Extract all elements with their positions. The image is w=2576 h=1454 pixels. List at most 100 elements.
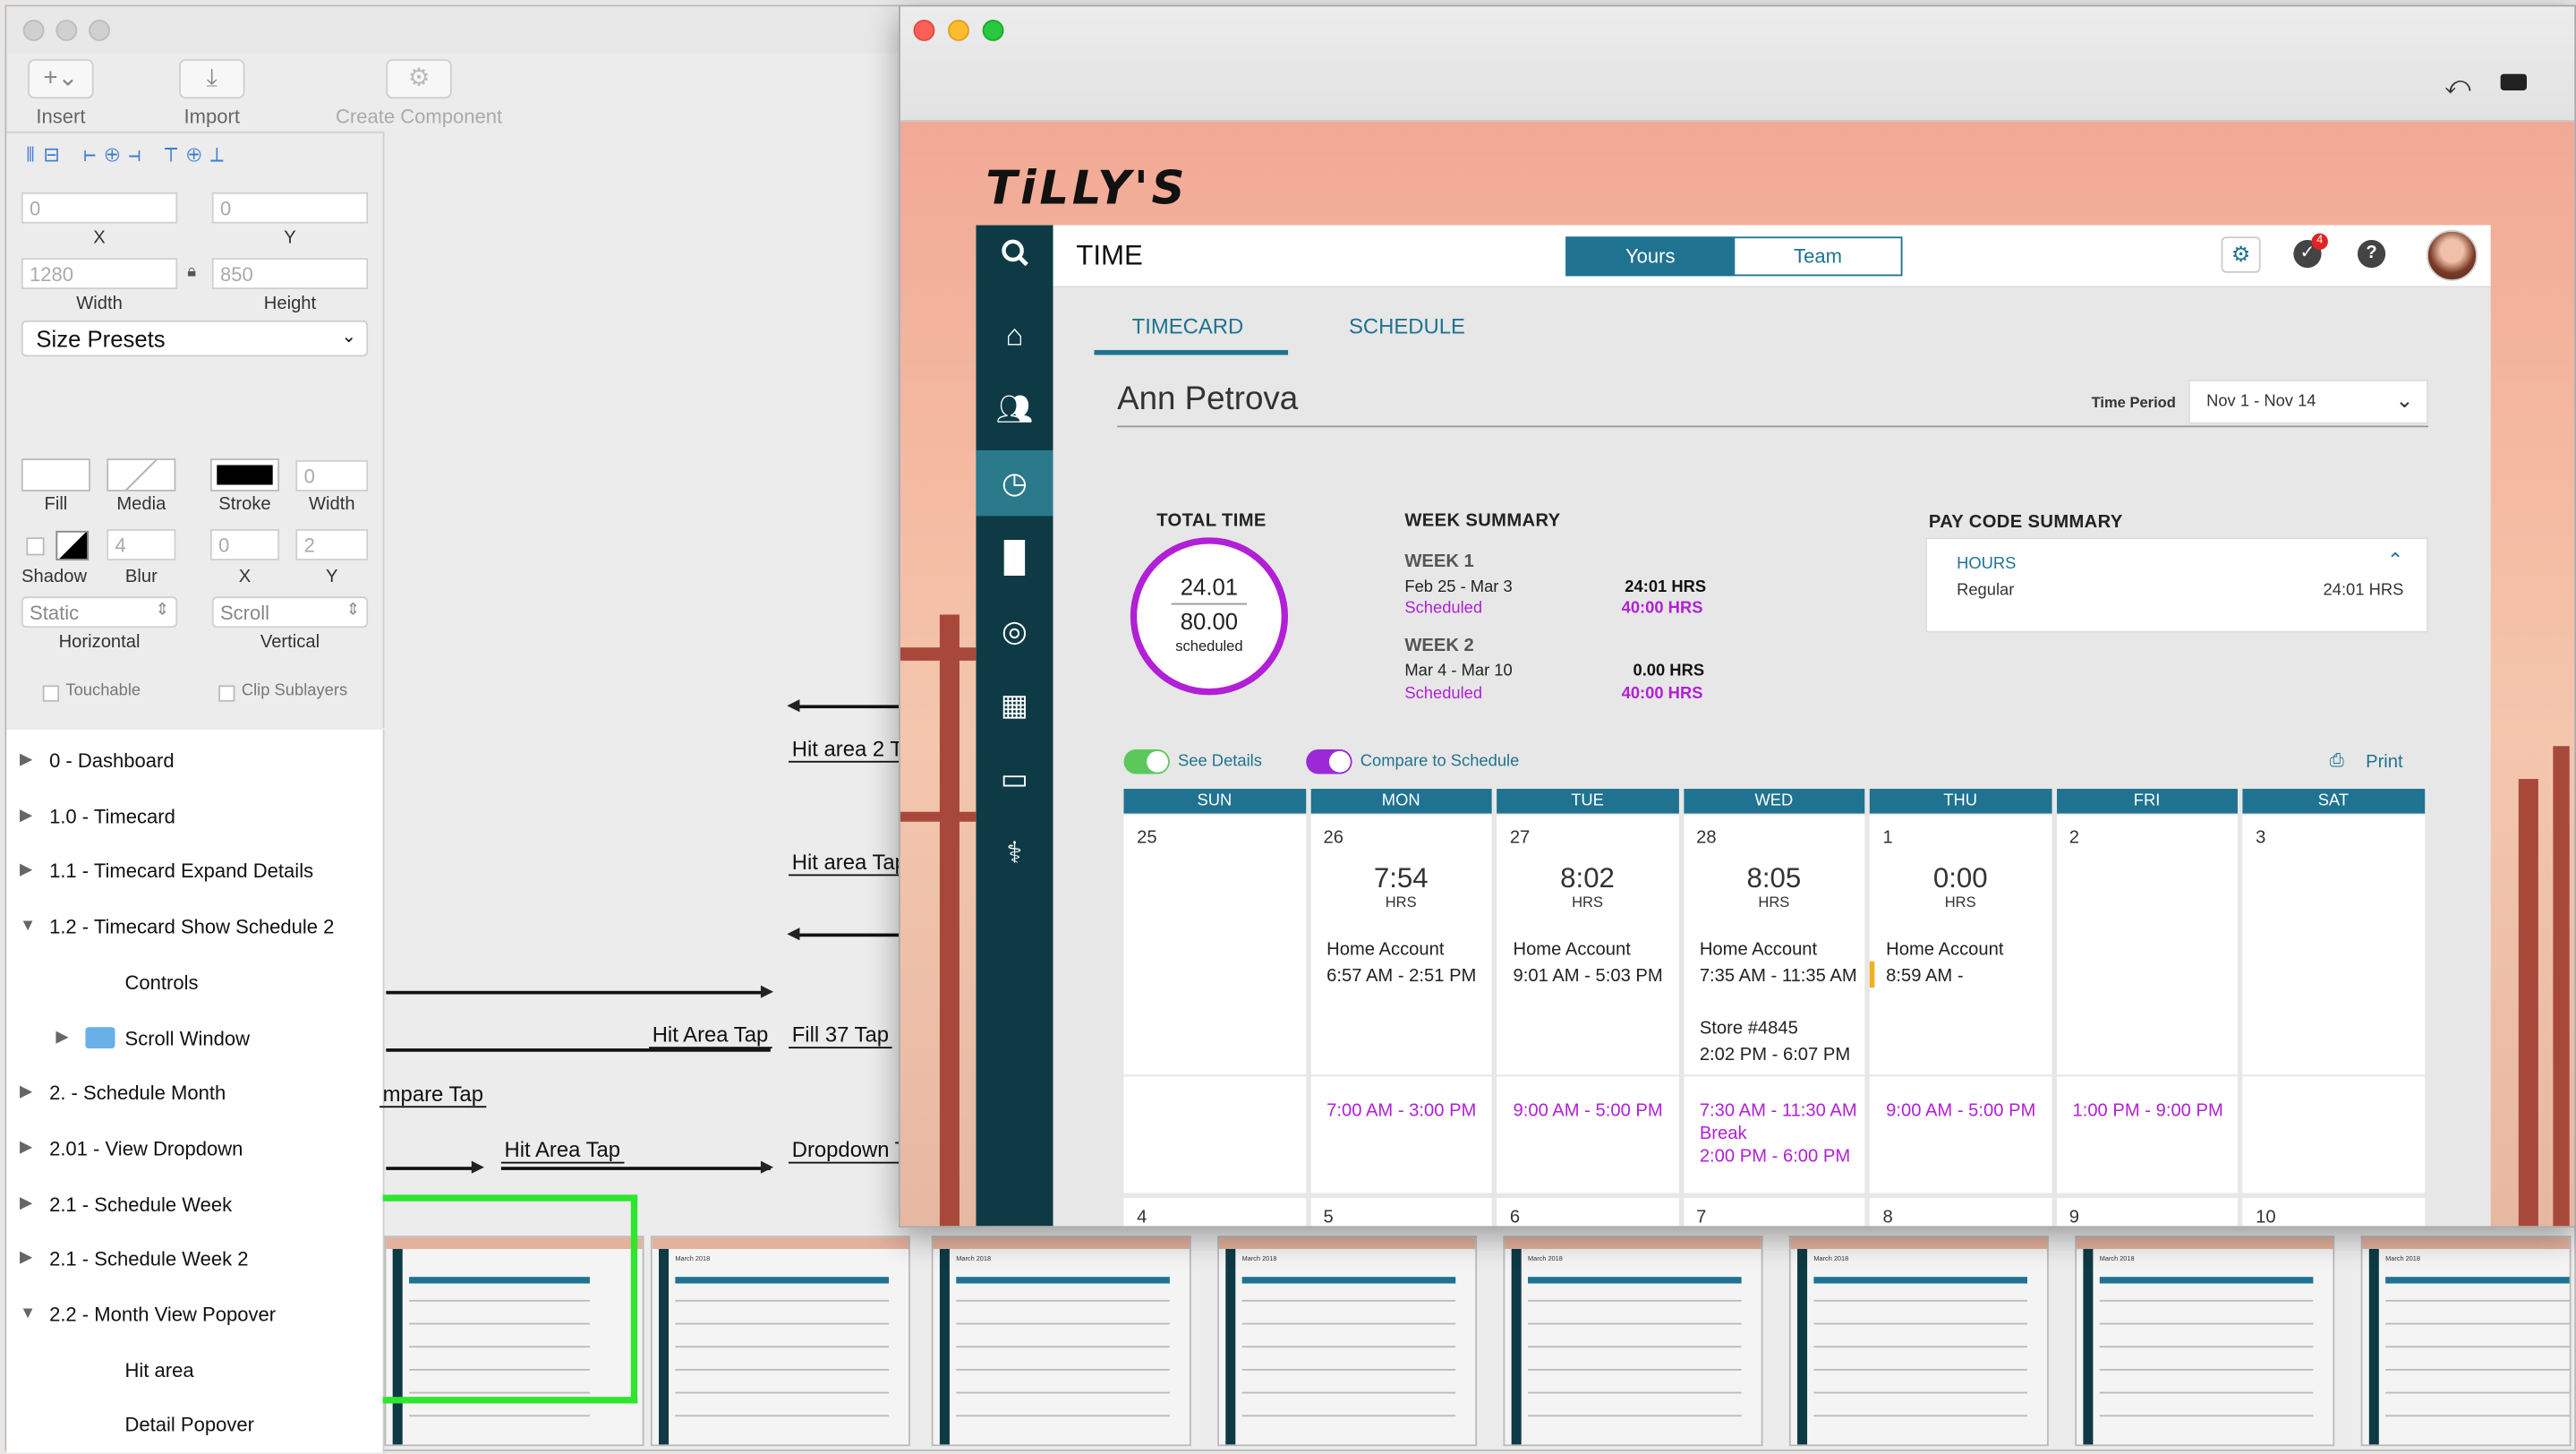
layer-row[interactable]: ▶ 2.1 - Schedule Week 2 (6, 1235, 384, 1284)
height-field[interactable]: 850 (211, 258, 369, 290)
touchable-checkbox[interactable] (42, 685, 60, 702)
y-field[interactable]: 0 (211, 192, 369, 224)
lock-icon[interactable]: 🔒︎ (187, 263, 196, 281)
search-icon[interactable] (976, 225, 1053, 290)
flow-label-hit-area-tap[interactable]: Hit area Tap (789, 850, 910, 877)
print-icon[interactable]: ⎙ (2330, 751, 2344, 773)
width-field[interactable]: 1280 (21, 258, 178, 290)
disclosure-collapsed-icon[interactable]: ▶ (20, 847, 32, 896)
screen-thumbnail[interactable]: March 2018 (1788, 1236, 2049, 1447)
chevron-up-icon[interactable]: ⌃ (2387, 549, 2403, 572)
align-icons[interactable]: ⫴ ⊟ ⊢ ⊕ ⊣ ⊤ ⊕ ⊥ (26, 143, 225, 168)
time-period-select[interactable]: Nov 1 - Nov 14 ⌄ (2188, 380, 2428, 424)
zoom-window-button[interactable] (89, 20, 110, 41)
layer-row[interactable]: ▶ 2. - Schedule Month (6, 1068, 384, 1117)
people-icon[interactable]: 👥︎ (976, 376, 1053, 441)
layer-row[interactable]: ▶ 1.0 - Timecard (6, 791, 384, 841)
compare-schedule-toggle[interactable] (1306, 748, 1352, 774)
layer-row[interactable]: ▶ Scroll Window (6, 1014, 384, 1063)
flow-label-dropdown-tap[interactable]: Dropdown T (789, 1137, 911, 1164)
layer-row[interactable]: Controls (6, 958, 384, 1007)
segment-yours[interactable]: Yours (1565, 236, 1736, 277)
day-cell[interactable]: 2 1:00 PM - 9:00 PM (2056, 815, 2238, 1193)
disclosure-collapsed-icon[interactable]: ▶ (20, 1124, 32, 1173)
clip-sublayers-checkbox[interactable] (218, 685, 235, 702)
pay-code-card[interactable]: HOURS ⌃ Regular 24:01 HRS (1925, 537, 2428, 633)
tab-timecard[interactable]: TIMECARD (1132, 314, 1244, 339)
day-cell[interactable]: 4 (1123, 1198, 1306, 1227)
camera-icon[interactable] (2500, 73, 2527, 90)
layer-row[interactable]: ▶ 1.1 - Timecard Expand Details (6, 847, 384, 896)
shadow-x-field[interactable]: 0 (209, 529, 280, 560)
x-field[interactable]: 0 (21, 192, 178, 224)
shadow-color-swatch[interactable] (55, 530, 90, 560)
fill-swatch[interactable] (21, 458, 90, 492)
disclosure-expanded-icon[interactable]: ▼ (20, 1290, 36, 1339)
day-cell[interactable]: 27 8:02 HRS Home Account 9:01 AM - 5:03 PM 9:… (1497, 815, 1678, 1193)
home-icon[interactable]: ⌂ (976, 303, 1053, 368)
tab-schedule[interactable]: SCHEDULE (1349, 314, 1465, 339)
insert-button[interactable]: +⌄ Insert (20, 59, 102, 128)
minimize-window-button[interactable] (55, 20, 78, 41)
screen-thumbnail[interactable]: March 2018 (931, 1236, 1191, 1447)
segment-team[interactable]: Team (1733, 236, 1903, 277)
horizontal-select[interactable]: Static ⇕ (21, 596, 178, 629)
disclosure-collapsed-icon[interactable]: ▶ (20, 1068, 32, 1117)
disclosure-collapsed-icon[interactable]: ▶ (20, 791, 32, 841)
day-cell[interactable]: 25 (1123, 815, 1306, 1193)
layer-row[interactable]: Hit area (6, 1346, 384, 1395)
day-cell[interactable]: 10 (2242, 1198, 2425, 1227)
layer-row[interactable]: ▶ 2.01 - View Dropdown (6, 1124, 384, 1173)
day-cell[interactable]: 1 0:00 HRS Home Account 8:59 AM - 9:00 AM - 5… (1869, 815, 2051, 1193)
gear-icon[interactable]: ⚙ (2221, 236, 2261, 273)
chart-icon[interactable]: ▐▌ (976, 525, 1053, 590)
day-cell[interactable]: 5 (1309, 1198, 1492, 1227)
print-button[interactable]: Print (2366, 753, 2403, 773)
disclosure-collapsed-icon[interactable]: ▶ (20, 1235, 32, 1284)
flow-label-fill-37-tap[interactable]: Fill 37 Tap (789, 1022, 892, 1049)
screen-thumbnail[interactable]: March 2018 (1503, 1236, 1763, 1447)
day-cell[interactable]: 28 8:05 HRS Home Account 7:35 AM - 11:35 AM S… (1683, 815, 1865, 1193)
disclosure-collapsed-icon[interactable]: ▶ (55, 1014, 68, 1063)
screen-thumbnail[interactable]: March 2018 (2075, 1236, 2335, 1447)
day-cell[interactable]: 26 7:54 HRS Home Account 6:57 AM - 2:51 PM 7:… (1309, 815, 1492, 1193)
layer-row[interactable]: ▶ 2.1 - Schedule Week (6, 1179, 384, 1228)
flow-label-hit-area-tap-3[interactable]: Hit Area Tap (500, 1137, 624, 1164)
disclosure-collapsed-icon[interactable]: ▶ (20, 1179, 32, 1228)
day-cell[interactable]: 9 (2056, 1198, 2238, 1227)
minimize-window-button[interactable] (948, 20, 969, 41)
close-window-button[interactable] (22, 20, 45, 41)
layer-row[interactable]: ▼ 2.2 - Month View Popover (6, 1290, 384, 1339)
building-icon[interactable]: ▦ (976, 672, 1053, 738)
target-icon[interactable]: ◎ (976, 598, 1053, 663)
flow-label-compare-tap[interactable]: mpare Tap (380, 1082, 487, 1108)
day-cell[interactable]: 8 (1869, 1198, 2051, 1227)
money-icon[interactable]: ▭ (976, 746, 1053, 811)
close-window-button[interactable] (913, 20, 935, 41)
disclosure-expanded-icon[interactable]: ▼ (20, 902, 36, 952)
layer-row[interactable]: Detail Popover (6, 1401, 384, 1450)
layer-row[interactable]: ▶ 0 - Dashboard (6, 736, 384, 785)
import-button[interactable]: ⤓ Import (171, 59, 253, 128)
media-swatch[interactable] (107, 458, 176, 492)
layer-row[interactable]: ▼ 1.2 - Timecard Show Schedule 2 (6, 902, 384, 952)
caduceus-icon[interactable]: ⚕ (976, 820, 1053, 885)
day-cell[interactable]: 3 (2242, 815, 2425, 1193)
vertical-select[interactable]: Scroll ⇕ (211, 596, 369, 629)
help-icon[interactable]: ? (2357, 239, 2386, 269)
day-cell[interactable]: 6 (1497, 1198, 1678, 1227)
flow-label-hit-area-2[interactable]: Hit area 2 Ta (789, 736, 917, 763)
disclosure-collapsed-icon[interactable]: ▶ (20, 736, 32, 785)
stroke-swatch[interactable] (209, 458, 280, 492)
screen-thumbnail[interactable]: March 2018 (650, 1236, 910, 1447)
shadow-checkbox[interactable] (26, 537, 45, 556)
see-details-toggle[interactable] (1123, 748, 1170, 774)
flow-label-hit-area-tap-2[interactable]: Hit Area Tap (649, 1022, 772, 1049)
zoom-window-button[interactable] (982, 20, 1004, 41)
clock-icon[interactable]: ◷ (976, 449, 1053, 517)
blur-field[interactable]: 4 (107, 529, 176, 560)
stroke-width-field[interactable]: 0 (295, 459, 369, 492)
day-cell[interactable]: 7 (1683, 1198, 1865, 1227)
shadow-y-field[interactable]: 2 (295, 529, 369, 560)
avatar[interactable] (2427, 229, 2478, 281)
